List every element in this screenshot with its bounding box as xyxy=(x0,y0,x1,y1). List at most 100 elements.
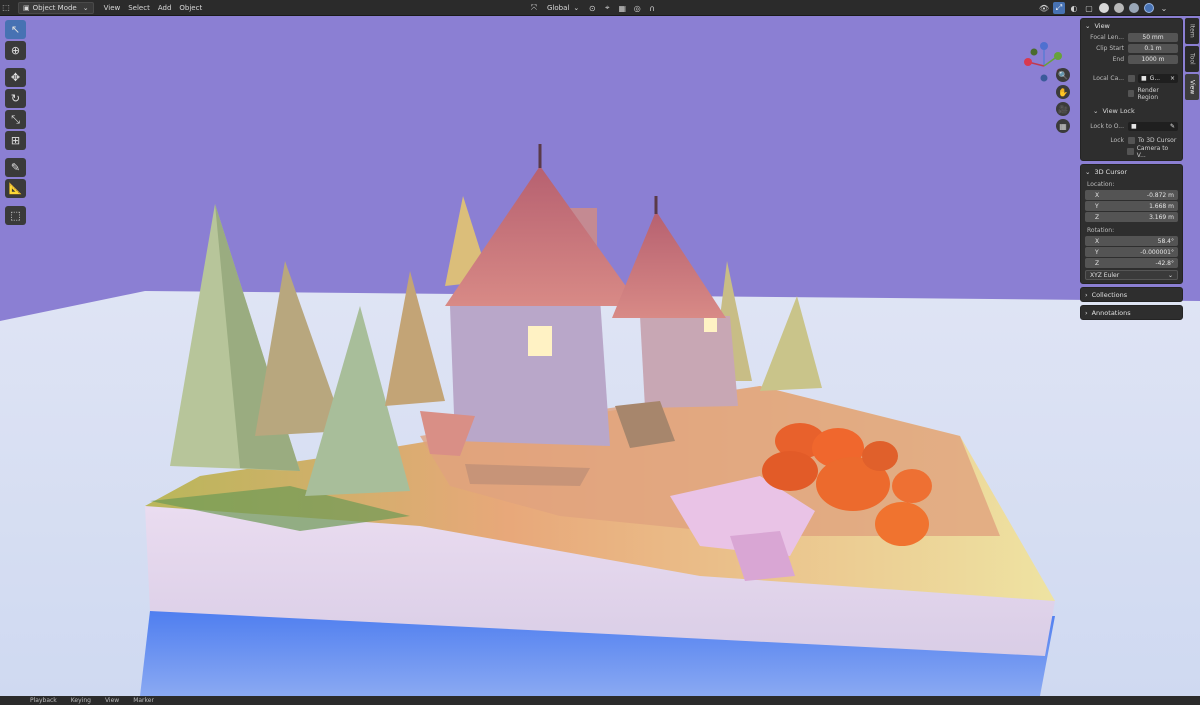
location-label: Location: xyxy=(1087,181,1115,188)
snap-target-icon[interactable]: ▦ xyxy=(616,2,628,14)
tab-view[interactable]: View xyxy=(1185,74,1199,100)
rendered-scene xyxy=(0,144,1200,696)
rendered-shading-icon[interactable] xyxy=(1144,3,1154,13)
annotate-tool-icon[interactable]: ✎ xyxy=(5,158,26,177)
falloff-icon[interactable]: ∩ xyxy=(646,2,658,14)
add-cube-tool-icon[interactable]: ⬚ xyxy=(5,206,26,225)
shading-options-icon[interactable]: ⌄ xyxy=(1158,2,1170,14)
zoom-icon[interactable]: 🔍 xyxy=(1056,68,1070,82)
cursor-tool-icon[interactable]: ⊕ xyxy=(5,41,26,60)
material-shading-icon[interactable] xyxy=(1129,3,1139,13)
xray-toggle-icon[interactable]: ▢ xyxy=(1083,2,1095,14)
view-lock-title: View Lock xyxy=(1102,107,1135,115)
lock-to-cursor-checkbox[interactable] xyxy=(1128,137,1135,144)
axis-label: Z xyxy=(1095,213,1100,221)
menu-select[interactable]: Select xyxy=(124,2,154,14)
menu-object[interactable]: Object xyxy=(175,2,206,14)
3d-cursor-panel-title: 3D Cursor xyxy=(1094,167,1128,176)
clip-end-field[interactable]: 1000 m xyxy=(1128,55,1178,64)
menu-view[interactable]: View xyxy=(100,2,125,14)
annotations-panel[interactable]: › Annotations xyxy=(1080,305,1183,320)
neg-y-axis-icon[interactable] xyxy=(1030,48,1038,56)
pan-hand-icon[interactable]: ✋ xyxy=(1056,85,1070,99)
timeline-header: Playback Keying View Marker xyxy=(0,696,1200,705)
axis-label: X xyxy=(1095,237,1100,245)
cursor-location-z[interactable]: Z 3.169 m xyxy=(1085,212,1178,222)
move-tool-icon[interactable]: ✥ xyxy=(5,68,26,87)
cursor-rotation-y[interactable]: Y -0.000001° xyxy=(1085,247,1178,257)
tab-item[interactable]: Item xyxy=(1185,18,1199,44)
pumpkin xyxy=(862,441,898,471)
local-camera-field[interactable]: ■ G... × xyxy=(1138,74,1178,83)
timeline-keying-menu[interactable]: Keying xyxy=(71,697,91,704)
rotation-label: Rotation: xyxy=(1087,227,1115,234)
camera-to-view-label: Camera to V... xyxy=(1136,144,1169,159)
lock-to-cursor-label: To 3D Cursor xyxy=(1138,137,1177,144)
rotation-mode-dropdown[interactable]: XYZ Euler ⌄ xyxy=(1085,270,1178,280)
eyedropper-icon[interactable]: ✎ xyxy=(1170,123,1175,130)
cursor-location-x[interactable]: X -0.872 m xyxy=(1085,190,1178,200)
orientation-dropdown[interactable]: Global ⌄ xyxy=(543,2,583,14)
lock-to-object-label: Lock to O... xyxy=(1090,123,1124,130)
sidebar-tabs: Item Tool View xyxy=(1185,18,1199,100)
camera-view-icon[interactable]: 🎥 xyxy=(1056,102,1070,116)
object-icon: ■ xyxy=(1131,123,1137,130)
axis-label: Y xyxy=(1095,248,1099,256)
local-camera-label: Local Ca... xyxy=(1092,75,1124,82)
clip-start-label: Clip Start xyxy=(1096,45,1124,52)
measure-tool-icon[interactable]: 📐 xyxy=(5,179,26,198)
menu-add[interactable]: Add xyxy=(154,2,176,14)
focal-length-field[interactable]: 50 mm xyxy=(1128,33,1178,42)
camera-icon: ■ xyxy=(1141,75,1147,82)
neg-z-axis-icon[interactable] xyxy=(1040,74,1048,82)
x-axis-icon[interactable] xyxy=(1024,58,1032,66)
timeline-marker-menu[interactable]: Marker xyxy=(133,697,154,704)
camera-to-view-checkbox[interactable] xyxy=(1126,148,1134,155)
lock-to-object-field[interactable]: ■ ✎ xyxy=(1128,122,1178,131)
tower-right-wall xyxy=(640,316,738,408)
collections-panel[interactable]: › Collections xyxy=(1080,287,1183,302)
rotate-tool-icon[interactable]: ↻ xyxy=(5,89,26,108)
z-axis-icon[interactable] xyxy=(1040,42,1048,50)
gizmo-toggle-icon[interactable]: ⤢ xyxy=(1053,2,1065,14)
view-panel-header[interactable]: ⌄ View xyxy=(1081,19,1182,32)
perspective-grid-icon[interactable]: ▦ xyxy=(1056,119,1070,133)
axis-value: 3.169 m xyxy=(1149,213,1174,221)
y-axis-icon[interactable] xyxy=(1054,52,1062,60)
mode-label: Object Mode xyxy=(32,3,77,12)
axis-label: X xyxy=(1095,191,1100,199)
tab-tool[interactable]: Tool xyxy=(1185,46,1199,72)
transform-tool-icon[interactable]: ⊞ xyxy=(5,131,26,150)
3d-viewport[interactable]: ↖ ⊕ ✥ ↻ ⤡ ⊞ ✎ 📐 ⬚ 🔍 ✋ 🎥 ▦ xyxy=(0,16,1200,696)
snap-icon[interactable]: ⌖ xyxy=(601,2,613,14)
view-lock-header[interactable]: ⌄ View Lock xyxy=(1081,105,1182,117)
solid-shading-icon[interactable] xyxy=(1114,3,1124,13)
local-camera-checkbox[interactable] xyxy=(1128,75,1135,82)
mode-icon: ▣ xyxy=(23,3,30,12)
editor-type-icon[interactable]: ⬚ xyxy=(0,2,12,14)
chevron-right-icon: › xyxy=(1085,290,1088,299)
cursor-rotation-x[interactable]: X 58.4° xyxy=(1085,236,1178,246)
timeline-view-menu[interactable]: View xyxy=(105,697,119,704)
transform-orientation-icon[interactable]: ⤧ xyxy=(528,2,540,14)
select-box-tool-icon[interactable]: ↖ xyxy=(5,20,26,39)
lock-label: Lock xyxy=(1110,137,1124,144)
scale-tool-icon[interactable]: ⤡ xyxy=(5,110,26,129)
chevron-down-icon: ⌄ xyxy=(1085,167,1091,176)
clip-start-field[interactable]: 0.1 m xyxy=(1128,44,1178,53)
render-region-checkbox[interactable] xyxy=(1128,90,1135,97)
axis-value: 58.4° xyxy=(1157,237,1174,245)
rotation-mode-value: XYZ Euler xyxy=(1090,271,1120,279)
close-icon[interactable]: × xyxy=(1170,75,1175,82)
proportional-edit-icon[interactable]: ◎ xyxy=(631,2,643,14)
wireframe-shading-icon[interactable] xyxy=(1099,3,1109,13)
pivot-icon[interactable]: ⊙ xyxy=(586,2,598,14)
cursor-location-y[interactable]: Y 1.668 m xyxy=(1085,201,1178,211)
cursor-rotation-z[interactable]: Z -42.8° xyxy=(1085,258,1178,268)
mode-dropdown[interactable]: ▣ Object Mode ⌄ xyxy=(18,1,94,14)
visibility-icon[interactable]: 👁 xyxy=(1038,2,1050,14)
viewport-header: ⬚ ▣ Object Mode ⌄ View Select Add Object… xyxy=(0,0,1200,16)
overlay-toggle-icon[interactable]: ◐ xyxy=(1068,2,1080,14)
3d-cursor-panel-header[interactable]: ⌄ 3D Cursor xyxy=(1081,165,1182,178)
timeline-playback-menu[interactable]: Playback xyxy=(30,697,57,704)
